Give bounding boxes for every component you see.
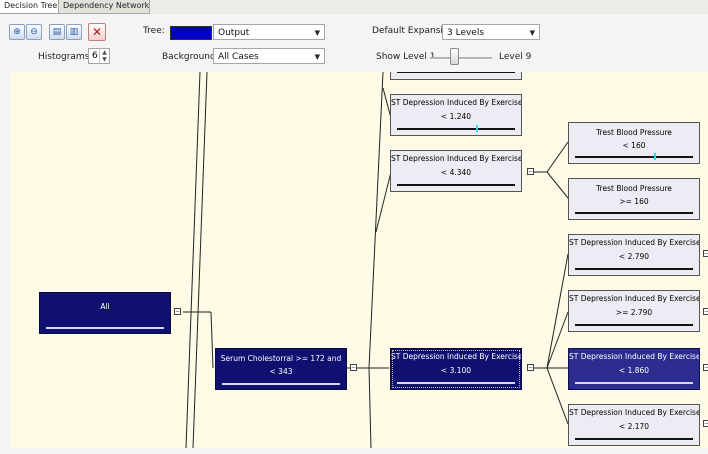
node-condition: < 2.790 — [618, 252, 650, 261]
collapse-toggle-icon[interactable]: − — [703, 308, 708, 315]
node-condition: >= 160 — [619, 197, 649, 206]
histogram-bar — [397, 382, 515, 384]
stepper-arrows-icon[interactable]: ▲ ▼ — [99, 49, 109, 63]
collapse-toggle-icon[interactable]: − — [527, 364, 534, 371]
tree-node-all[interactable]: All — [39, 292, 171, 334]
tree-node-st-depression-lt-2790[interactable]: ST Depression Induced By Exercise... < 2… — [568, 234, 700, 276]
tree-node-trest-blood-pressure-lt-160[interactable]: Trest Blood Pressure < 160 — [568, 122, 700, 164]
histogram-bar — [397, 184, 515, 186]
node-title: Trest Blood Pressure — [596, 184, 672, 193]
histogram-marker — [654, 153, 656, 160]
node-title: All — [100, 302, 110, 311]
chevron-down-icon: ▼ — [314, 53, 320, 61]
histogram-bar — [575, 324, 693, 326]
histograms-stepper[interactable]: 6 ▲ ▼ — [88, 48, 110, 64]
chevron-down-icon: ▼ — [529, 29, 535, 37]
collapse-toggle-icon[interactable]: − — [174, 308, 181, 315]
histograms-value: 6 — [92, 51, 98, 61]
default-expansion-select[interactable]: 3 Levels ▼ — [442, 24, 540, 40]
tree-node-st-depression-3100[interactable]: ST Depression Induced By Exercise... < 3… — [390, 348, 522, 390]
level-slider-thumb[interactable] — [450, 48, 459, 65]
default-expansion-value: 3 Levels — [447, 28, 485, 38]
node-condition: < 3.100 — [440, 366, 472, 375]
zoom-out-icon[interactable]: ⊖ — [26, 24, 42, 40]
node-title: ST Depression Induced By Exercise... — [569, 294, 699, 303]
node-condition: < 4.340 — [440, 168, 472, 177]
node-title: ST Depression Induced By Exercise... — [569, 238, 699, 247]
histogram-marker — [476, 125, 478, 132]
histogram-bar — [575, 268, 693, 270]
histogram-bar — [575, 156, 693, 158]
tree-label: Tree: — [143, 26, 165, 36]
node-condition: >= 2.790 — [615, 308, 653, 317]
histograms-label: Histograms: — [38, 52, 93, 62]
fit-to-window-icon[interactable]: ✕ — [88, 23, 106, 41]
tree-node-st-depression-lt-1860[interactable]: ST Depression Induced By Exercise... < 1… — [568, 348, 700, 390]
collapse-toggle-icon[interactable]: − — [703, 420, 708, 427]
tree-select-value: Output — [218, 28, 250, 38]
left-margin — [0, 72, 11, 448]
node-condition: < 2.170 — [618, 422, 650, 431]
node-title: Trest Blood Pressure — [596, 128, 672, 137]
tree-node-serum-cholestorral[interactable]: Serum Cholestorral >= 172 and < 343 — [215, 348, 347, 390]
tree-node-trest-blood-pressure-ge-160[interactable]: Trest Blood Pressure >= 160 — [568, 178, 700, 220]
bottom-border — [0, 448, 708, 454]
collapse-toggle-icon[interactable]: − — [703, 250, 708, 257]
collapse-toggle-icon[interactable]: − — [703, 364, 708, 371]
show-level-label: Show Level 1 — [376, 52, 436, 62]
background-select-value: All Cases — [218, 52, 259, 62]
node-condition: < 1.860 — [618, 366, 650, 375]
background-label: Background: — [162, 52, 219, 62]
tree-canvas[interactable]: All − Serum Cholestorral >= 172 and < 34… — [11, 72, 708, 448]
tree-color-swatch — [170, 26, 212, 40]
histogram-bar — [46, 327, 164, 329]
histogram-bar — [397, 128, 515, 130]
node-title: ST Depression Induced By Exercise... — [391, 352, 521, 361]
node-title: ST Depression Induced By Exercise... — [391, 98, 521, 107]
histogram-bar — [575, 212, 693, 214]
tab-dependency-network[interactable]: Dependency Network — [58, 0, 150, 14]
tree-node-partial[interactable] — [390, 72, 522, 80]
histogram-bar — [575, 438, 693, 440]
node-condition: < 160 — [622, 141, 646, 150]
collapse-icon[interactable]: ▥ — [66, 24, 82, 40]
histogram-bar — [222, 383, 340, 385]
node-title: ST Depression Induced By Exercise... — [391, 154, 521, 163]
expand-icon[interactable]: ▤ — [49, 24, 65, 40]
toolbar: ⊕ ⊖ ▤ ▥ ✕ Tree: Output ▼ Default Expansi… — [0, 14, 708, 72]
node-title: Serum Cholestorral >= 172 and — [220, 354, 342, 363]
background-select[interactable]: All Cases ▼ — [213, 48, 325, 64]
level-max-label: Level 9 — [499, 52, 532, 62]
tree-select[interactable]: Output ▼ — [213, 24, 325, 40]
node-title: ST Depression Induced By Exercise... — [569, 352, 699, 361]
tree-node-st-depression-ge-2790[interactable]: ST Depression Induced By Exercise... >= … — [568, 290, 700, 332]
collapse-toggle-icon[interactable]: − — [527, 168, 534, 175]
tree-node-st-depression-lt-2170[interactable]: ST Depression Induced By Exercise... < 2… — [568, 404, 700, 446]
tree-node-st-depression-1240[interactable]: ST Depression Induced By Exercise... < 1… — [390, 94, 522, 136]
node-condition: < 1.240 — [440, 112, 472, 121]
node-title: ST Depression Induced By Exercise... — [569, 408, 699, 417]
collapse-toggle-icon[interactable]: − — [350, 364, 357, 371]
zoom-in-icon[interactable]: ⊕ — [9, 24, 25, 40]
tab-strip: Decision Tree Dependency Network — [0, 0, 708, 14]
tree-node-st-depression-4340[interactable]: ST Depression Induced By Exercise... < 4… — [390, 150, 522, 192]
node-condition: < 343 — [269, 367, 293, 376]
chevron-down-icon: ▼ — [314, 29, 320, 37]
histogram-bar — [575, 382, 693, 384]
histogram-bar — [397, 72, 515, 73]
level-slider-track[interactable] — [430, 57, 492, 60]
tab-decision-tree[interactable]: Decision Tree — [0, 0, 63, 14]
